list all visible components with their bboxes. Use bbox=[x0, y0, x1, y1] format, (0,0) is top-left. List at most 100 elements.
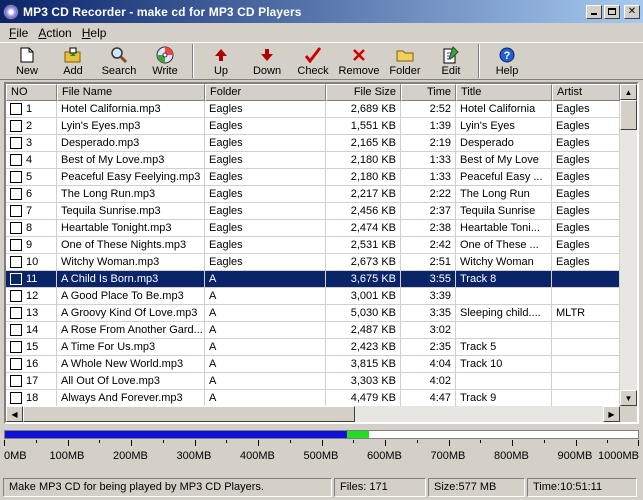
file-name-cell: The Long Run.mp3 bbox=[57, 186, 205, 203]
capacity-scale: 0MB 100MB 200MB 300MB 400MB 500MB 600MB 700MB 80… bbox=[4, 440, 639, 464]
title-cell: The Long Run bbox=[456, 186, 552, 203]
up-button[interactable]: Up bbox=[198, 43, 244, 79]
row-checkbox[interactable] bbox=[10, 154, 22, 166]
time-cell: 1:33 bbox=[401, 169, 456, 186]
horizontal-scroll-thumb[interactable] bbox=[23, 406, 355, 422]
table-row[interactable]: 6 The Long Run.mp3 Eagles 2,217 KB 2:22 The L… bbox=[6, 186, 620, 203]
edit-button[interactable]: Edit bbox=[428, 43, 474, 79]
maximize-button[interactable] bbox=[604, 4, 620, 19]
column-header-time[interactable]: Time bbox=[401, 84, 456, 101]
row-checkbox[interactable] bbox=[10, 273, 22, 285]
add-button[interactable]: Add bbox=[50, 43, 96, 79]
scale-label: 0MB bbox=[4, 450, 27, 462]
artist-cell bbox=[552, 373, 620, 390]
status-files: Files: 171 bbox=[334, 478, 426, 497]
new-button[interactable]: New bbox=[4, 43, 50, 79]
row-number-cell: 5 bbox=[6, 169, 57, 186]
time-cell: 2:35 bbox=[401, 339, 456, 356]
menu-action[interactable]: Action bbox=[33, 26, 76, 40]
folder-cell: A bbox=[205, 390, 326, 406]
file-size-cell: 2,423 KB bbox=[326, 339, 401, 356]
row-checkbox[interactable] bbox=[10, 222, 22, 234]
table-row[interactable]: 17 All Out Of Love.mp3 A 3,303 KB 4:02 bbox=[6, 373, 620, 390]
table-row[interactable]: 14 A Rose From Another Gard... A 2,487 KB 3:… bbox=[6, 322, 620, 339]
row-checkbox[interactable] bbox=[10, 341, 22, 353]
table-row[interactable]: 7 Tequila Sunrise.mp3 Eagles 2,456 KB 2:37 Te… bbox=[6, 203, 620, 220]
horizontal-scrollbar[interactable]: ◀ ▶ bbox=[6, 406, 620, 422]
table-row[interactable]: 1 Hotel California.mp3 Eagles 2,689 KB 2:52 H… bbox=[6, 101, 620, 118]
artist-cell: Eagles bbox=[552, 101, 620, 118]
row-checkbox[interactable] bbox=[10, 205, 22, 217]
status-time: Time:10:51:11 bbox=[527, 478, 637, 497]
minimize-button[interactable] bbox=[586, 4, 602, 19]
vertical-scroll-thumb[interactable] bbox=[620, 100, 637, 130]
table-row[interactable]: 13 A Groovy Kind Of Love.mp3 A 5,030 KB 3:35… bbox=[6, 305, 620, 322]
menu-help[interactable]: Help bbox=[77, 26, 112, 40]
row-checkbox[interactable] bbox=[10, 103, 22, 115]
table-row[interactable]: 16 A Whole New World.mp3 A 3,815 KB 4:04 Trac… bbox=[6, 356, 620, 373]
table-row[interactable]: 5 Peaceful Easy Feelying.mp3 Eagles 2,180 K… bbox=[6, 169, 620, 186]
help-button[interactable]: ? Help bbox=[484, 43, 530, 79]
column-header-title[interactable]: Title bbox=[456, 84, 552, 101]
file-name-cell: Desperado.mp3 bbox=[57, 135, 205, 152]
column-header-no[interactable]: NO bbox=[6, 84, 57, 101]
table-row[interactable]: 2 Lyin's Eyes.mp3 Eagles 1,551 KB 1:39 Lyin's… bbox=[6, 118, 620, 135]
table-row[interactable]: 9 One of These Nights.mp3 Eagles 2,531 KB 2:… bbox=[6, 237, 620, 254]
folder-cell: A bbox=[205, 288, 326, 305]
scroll-right-arrow[interactable]: ▶ bbox=[603, 406, 620, 422]
artist-cell bbox=[552, 322, 620, 339]
row-checkbox[interactable] bbox=[10, 188, 22, 200]
row-checkbox[interactable] bbox=[10, 120, 22, 132]
search-button[interactable]: Search bbox=[96, 43, 142, 79]
table-row[interactable]: 10 Witchy Woman.mp3 Eagles 2,673 KB 2:51 Witc… bbox=[6, 254, 620, 271]
row-checkbox[interactable] bbox=[10, 171, 22, 183]
table-row[interactable]: 8 Heartable Tonight.mp3 Eagles 2,474 KB 2:38… bbox=[6, 220, 620, 237]
row-checkbox[interactable] bbox=[10, 358, 22, 370]
row-checkbox[interactable] bbox=[10, 324, 22, 336]
row-checkbox[interactable] bbox=[10, 392, 22, 404]
file-size-cell: 3,675 KB bbox=[326, 271, 401, 288]
file-name-cell: Peaceful Easy Feelying.mp3 bbox=[57, 169, 205, 186]
folder-label: Folder bbox=[389, 65, 421, 77]
column-header-artist[interactable]: Artist bbox=[552, 84, 620, 101]
table-row[interactable]: 15 A Time For Us.mp3 A 2,423 KB 2:35 Track 5 bbox=[6, 339, 620, 356]
row-checkbox[interactable] bbox=[10, 307, 22, 319]
scale-tick bbox=[449, 440, 450, 446]
column-header-file-size[interactable]: File Size bbox=[326, 84, 401, 101]
table-row[interactable]: 18 Always And Forever.mp3 A 4,479 KB 4:47 Tra… bbox=[6, 390, 620, 406]
row-checkbox[interactable] bbox=[10, 239, 22, 251]
down-button[interactable]: Down bbox=[244, 43, 290, 79]
column-header-file-name[interactable]: File Name bbox=[57, 84, 205, 101]
title-bar[interactable]: MP3 CD Recorder - make cd for MP3 CD Pla… bbox=[0, 0, 643, 23]
row-checkbox[interactable] bbox=[10, 137, 22, 149]
row-checkbox[interactable] bbox=[10, 290, 22, 302]
menu-file[interactable]: File bbox=[4, 26, 33, 40]
table-row[interactable]: 11 A Child Is Born.mp3 A 3,675 KB 3:55 Track … bbox=[6, 271, 620, 288]
folder-cell: Eagles bbox=[205, 220, 326, 237]
table-row[interactable]: 12 A Good Place To Be.mp3 A 3,001 KB 3:39 bbox=[6, 288, 620, 305]
folder-cell: A bbox=[205, 322, 326, 339]
row-checkbox[interactable] bbox=[10, 375, 22, 387]
artist-cell: Eagles bbox=[552, 152, 620, 169]
scroll-down-arrow[interactable]: ▼ bbox=[620, 390, 637, 406]
scroll-left-arrow[interactable]: ◀ bbox=[6, 406, 23, 422]
write-button[interactable]: Write bbox=[142, 43, 188, 79]
row-checkbox[interactable] bbox=[10, 256, 22, 268]
table-row[interactable]: 4 Best of My Love.mp3 Eagles 2,180 KB 1:33 Be… bbox=[6, 152, 620, 169]
time-cell: 2:42 bbox=[401, 237, 456, 254]
remove-button[interactable]: Remove bbox=[336, 43, 382, 79]
scroll-up-arrow[interactable]: ▲ bbox=[620, 84, 637, 100]
edit-icon bbox=[442, 46, 460, 64]
remove-label: Remove bbox=[338, 65, 380, 77]
column-header-folder[interactable]: Folder bbox=[205, 84, 326, 101]
file-name-cell: A Time For Us.mp3 bbox=[57, 339, 205, 356]
table-row[interactable]: 3 Desperado.mp3 Eagles 2,165 KB 2:19 Desperad… bbox=[6, 135, 620, 152]
folder-button[interactable]: Folder bbox=[382, 43, 428, 79]
close-button[interactable]: ✕ bbox=[624, 4, 640, 19]
list-header: NO File Name Folder File Size Time Title… bbox=[6, 84, 620, 101]
check-button[interactable]: Check bbox=[290, 43, 336, 79]
file-list[interactable]: NO File Name Folder File Size Time Title… bbox=[4, 82, 639, 424]
vertical-scrollbar[interactable]: ▲ ▼ bbox=[620, 84, 637, 406]
artist-cell bbox=[552, 390, 620, 406]
file-name-cell: One of These Nights.mp3 bbox=[57, 237, 205, 254]
